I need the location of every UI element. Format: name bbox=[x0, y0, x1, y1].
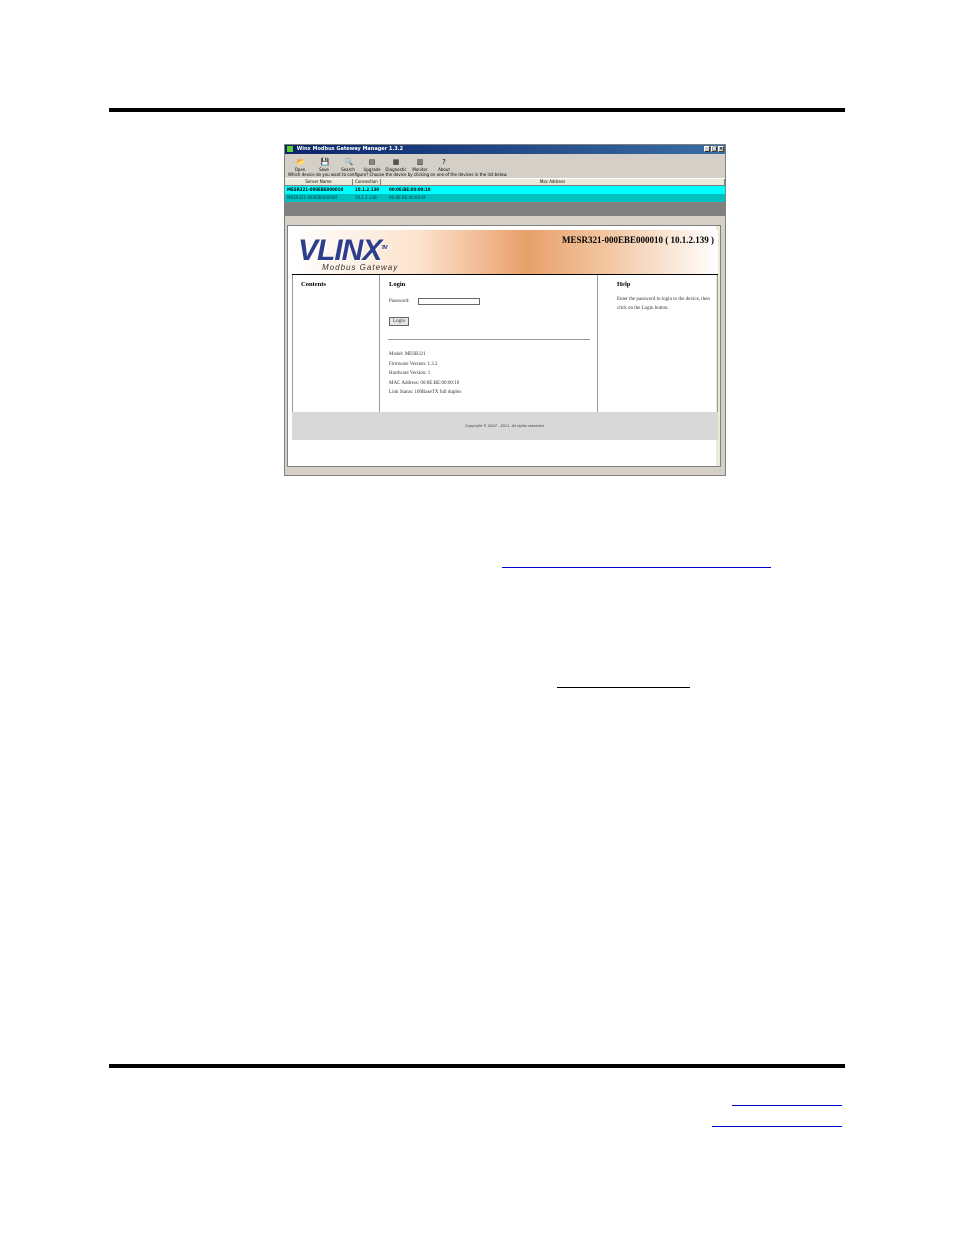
search-icon: 🔍 bbox=[344, 158, 354, 166]
footer-link-underline[interactable] bbox=[732, 1105, 842, 1106]
device-row[interactable]: MESR321-000EBE000010 10.1.2.139 00:0E:BE… bbox=[285, 186, 725, 194]
close-button[interactable]: × bbox=[718, 146, 724, 152]
copyright-footer: Copyright © 2007 - 2011. All rights rese… bbox=[292, 412, 718, 440]
device-web-page: VLINXTM Modbus Gateway MESR321-000EBE000… bbox=[287, 225, 721, 467]
contents-title: Contents bbox=[301, 281, 326, 288]
device-list-header: Server Name Connection Mac Address bbox=[285, 178, 725, 186]
link-underline[interactable] bbox=[502, 567, 771, 568]
minimize-button[interactable]: _ bbox=[704, 146, 710, 152]
app-icon bbox=[287, 145, 293, 152]
help-text: Enter the password to login to the devic… bbox=[617, 297, 710, 311]
info-hardware: Hardware Version: 1 bbox=[389, 371, 431, 376]
about-button[interactable]: ? About bbox=[433, 158, 455, 173]
device-connection: 10.1.2.139 bbox=[355, 187, 380, 192]
login-button[interactable]: Login bbox=[389, 317, 409, 326]
device-mac: 00:0E:BE:00:00:10 bbox=[389, 187, 431, 192]
device-info: Model: MESR321 Firmware Version: 1.3.2 H… bbox=[389, 350, 462, 398]
title-bar: Winx Modbus Gateway Manager 1.3.2 _ □ × bbox=[285, 145, 725, 154]
search-button[interactable]: 🔍 Search bbox=[337, 158, 359, 173]
info-mac: MAC Address: 00:0E:BE:00:00:10 bbox=[389, 380, 460, 386]
header-rule bbox=[109, 108, 845, 112]
column-connection[interactable]: Connection bbox=[353, 179, 381, 185]
divider bbox=[388, 339, 590, 340]
folder-open-icon: 📂 bbox=[296, 158, 306, 166]
upgrade-icon: ▤ bbox=[368, 158, 376, 166]
maximize-button[interactable]: □ bbox=[711, 146, 717, 152]
help-icon: ? bbox=[442, 158, 446, 166]
login-panel: Login Password: Login Model: MESR321 Fir… bbox=[380, 275, 598, 412]
column-server-name[interactable]: Server Name bbox=[285, 179, 353, 185]
upgrade-button[interactable]: ▤ Upgrade bbox=[361, 158, 383, 173]
monitor-button[interactable]: ▥ Monitor bbox=[409, 158, 431, 173]
open-button[interactable]: 📂 Open bbox=[289, 158, 311, 173]
list-empty-area bbox=[285, 202, 725, 216]
device-header: MESR321-000EBE000010 ( 10.1.2.139 ) bbox=[561, 235, 714, 245]
device-connection: 10.1.2.138 bbox=[355, 195, 377, 200]
diagnostic-icon: ▦ bbox=[392, 158, 400, 166]
footer-link-underline[interactable] bbox=[712, 1126, 842, 1127]
password-input[interactable] bbox=[418, 298, 480, 305]
monitor-icon: ▥ bbox=[416, 158, 424, 166]
device-name: MESR321-000EBE00000F bbox=[287, 195, 338, 200]
save-icon: 💾 bbox=[320, 158, 330, 166]
app-window: Winx Modbus Gateway Manager 1.3.2 _ □ × … bbox=[284, 144, 726, 476]
info-model: Model: MESR321 bbox=[389, 352, 426, 357]
banner: VLINXTM Modbus Gateway MESR321-000EBE000… bbox=[292, 230, 718, 275]
toolbar: 📂 Open 💾 Save 🔍 Search ▤ Upgrade ▦ Diagnostic ▥ Mon… bbox=[285, 154, 725, 173]
device-mac: 00:0E:BE:00:00:0F bbox=[389, 195, 427, 200]
contents-panel: Contents bbox=[292, 275, 380, 412]
underline bbox=[557, 687, 690, 688]
help-title: Help bbox=[617, 281, 631, 288]
info-link-status: Link Status: 100BaseTX full duplex bbox=[389, 390, 462, 395]
info-firmware: Firmware Version: 1.3.2 bbox=[389, 361, 438, 367]
save-button[interactable]: 💾 Save bbox=[313, 158, 335, 173]
device-row[interactable]: MESR321-000EBE00000F 10.1.2.138 00:0E:BE… bbox=[285, 194, 725, 202]
footer-rule bbox=[109, 1064, 845, 1068]
logo-subtitle: Modbus Gateway bbox=[322, 263, 399, 272]
column-mac-address[interactable]: Mac Address bbox=[381, 179, 725, 185]
diagnostic-button[interactable]: ▦ Diagnostic bbox=[385, 158, 407, 173]
device-name: MESR321-000EBE000010 bbox=[287, 187, 344, 192]
help-panel: Help Enter the password to login to the … bbox=[598, 275, 718, 412]
window-title: Winx Modbus Gateway Manager 1.3.2 bbox=[296, 146, 404, 152]
window-controls: _ □ × bbox=[704, 146, 724, 152]
